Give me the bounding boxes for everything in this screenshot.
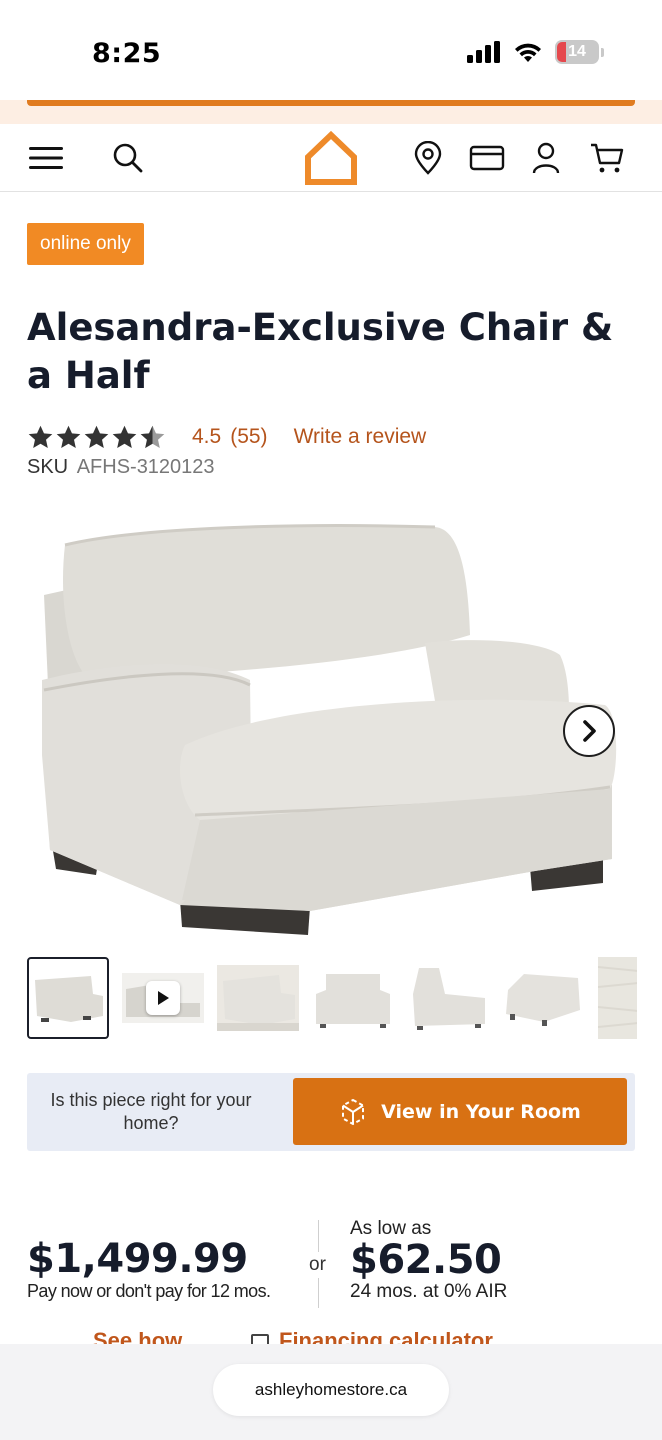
star-rating[interactable]: [27, 424, 166, 451]
financing-links: See how Financing calculator: [0, 1326, 662, 1344]
financing-terms: 24 mos. at 0% AIR: [350, 1281, 508, 1302]
address-bar[interactable]: ashleyhomestore.ca: [213, 1364, 449, 1416]
thumbnail-swatch[interactable]: [598, 957, 637, 1039]
battery-tip: [601, 47, 604, 57]
financing-calculator-link[interactable]: Financing calculator: [279, 1328, 493, 1344]
status-time: 8:25: [92, 38, 162, 69]
cart-icon[interactable]: [587, 138, 627, 178]
monthly-price: $62.50: [350, 1237, 502, 1283]
star-icon: [28, 425, 53, 448]
status-bar: 8:25 14: [0, 0, 662, 104]
product-hero-image[interactable]: [20, 515, 640, 945]
view-in-room-box: Is this piece right for your home? View …: [27, 1073, 635, 1151]
search-icon[interactable]: [108, 138, 148, 178]
thumbnail-video[interactable]: [122, 957, 204, 1039]
star-icon: [56, 425, 81, 448]
sku-row: SKU AFHS-3120123: [27, 456, 215, 479]
battery-level: 14: [568, 43, 586, 60]
menu-icon[interactable]: [26, 138, 66, 178]
sku-label: SKU: [27, 456, 69, 478]
home-logo-icon[interactable]: [301, 128, 361, 188]
thumbnail-strip: [27, 957, 637, 1040]
price: $1,499.99: [27, 1236, 248, 1282]
rating-count[interactable]: (55): [230, 425, 267, 449]
star-icon: [84, 425, 109, 448]
see-how-link[interactable]: See how: [93, 1328, 182, 1344]
next-image-button[interactable]: [563, 705, 615, 757]
price-note: Pay now or don't pay for 12 mos.: [27, 1281, 271, 1301]
room-question: Is this piece right for your home?: [50, 1090, 252, 1133]
credit-card-icon[interactable]: [467, 138, 507, 178]
write-review-link[interactable]: Write a review: [294, 425, 427, 449]
thumbnail-1[interactable]: [27, 957, 109, 1039]
chair-illustration: [42, 524, 617, 935]
status-icons: 14: [467, 40, 604, 64]
thumbnail-6[interactable]: [502, 957, 584, 1039]
online-only-badge: online only: [27, 223, 144, 265]
browser-bottom-bar: ashleyhomestore.ca: [0, 1344, 662, 1440]
cellular-signal-icon: [467, 41, 500, 63]
promo-bar[interactable]: [27, 100, 635, 106]
account-icon[interactable]: [526, 138, 566, 178]
star-icon: [112, 425, 137, 448]
view-in-room-label: View in Your Room: [381, 1100, 581, 1123]
price-or: or: [309, 1252, 326, 1278]
sku-value: AFHS-3120123: [76, 456, 215, 478]
view-in-room-button[interactable]: View in Your Room: [293, 1078, 627, 1145]
thumbnail-4[interactable]: [312, 957, 394, 1039]
chevron-right-icon: [583, 720, 596, 742]
thumbnail-3[interactable]: [217, 957, 299, 1039]
calculator-icon: [251, 1334, 269, 1344]
rating-row: 4.5 (55) Write a review: [27, 421, 426, 453]
site-header: [0, 124, 662, 192]
rating-value[interactable]: 4.5: [192, 425, 221, 449]
promo-strip: [0, 100, 662, 124]
thumbnail-5[interactable]: [407, 957, 489, 1039]
ar-cube-icon: [342, 1098, 365, 1125]
battery-icon: 14: [555, 40, 599, 64]
wifi-icon: [515, 43, 541, 62]
play-icon: [146, 981, 180, 1015]
product-title: Alesandra-Exclusive Chair & a Half: [27, 306, 614, 397]
location-pin-icon[interactable]: [408, 138, 448, 178]
half-star-icon: [140, 425, 165, 448]
